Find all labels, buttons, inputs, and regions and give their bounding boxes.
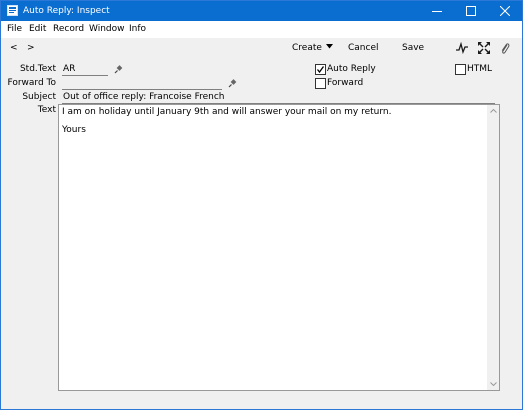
- close-button[interactable]: [488, 1, 522, 21]
- maximize-button[interactable]: [454, 1, 488, 21]
- subject-field[interactable]: Out of office reply: Francoise French: [63, 92, 493, 103]
- vertical-scrollbar[interactable]: [487, 105, 499, 390]
- close-icon: [500, 6, 510, 16]
- scroll-down-icon[interactable]: [490, 382, 497, 386]
- menu-window[interactable]: Window: [89, 24, 125, 35]
- pulse-icon[interactable]: [456, 42, 468, 54]
- paste-icon[interactable]: [228, 79, 237, 88]
- forward-checkbox[interactable]: [315, 78, 326, 89]
- app-window: Auto Reply: Inspect File Edit Record Win…: [0, 0, 523, 410]
- create-label: Create: [292, 43, 322, 53]
- inspect-form: Std.Text AR Forward To Subject Out of of…: [1, 58, 522, 409]
- std-text-field[interactable]: AR: [63, 64, 107, 75]
- window-title: Auto Reply: Inspect: [23, 6, 110, 16]
- title-bar[interactable]: Auto Reply: Inspect: [1, 1, 522, 21]
- paperclip-icon[interactable]: [500, 42, 510, 55]
- save-button[interactable]: Save: [402, 43, 424, 54]
- back-arrow-button[interactable]: <: [10, 43, 18, 54]
- std-text-underline: [62, 75, 108, 76]
- subject-label: Subject: [22, 92, 56, 102]
- menu-bar: File Edit Record Window Info: [1, 21, 522, 38]
- toolbar: < > Create Cancel Save: [1, 38, 522, 58]
- forward-label: Forward: [327, 78, 364, 88]
- text-area[interactable]: I am on holiday until January 9th and wi…: [58, 104, 500, 391]
- checkmark-icon: [316, 66, 325, 74]
- maximize-icon: [466, 6, 476, 16]
- text-label: Text: [37, 105, 56, 115]
- menu-file[interactable]: File: [7, 24, 22, 35]
- auto-reply-label: Auto Reply: [327, 64, 376, 74]
- menu-record[interactable]: Record: [53, 24, 84, 35]
- app-icon: [7, 5, 18, 16]
- minimize-button[interactable]: [420, 1, 454, 21]
- scroll-up-icon[interactable]: [490, 109, 497, 113]
- menu-info[interactable]: Info: [129, 24, 146, 35]
- minimize-icon: [432, 11, 442, 12]
- auto-reply-checkbox[interactable]: [315, 64, 326, 75]
- create-button[interactable]: Create: [292, 43, 333, 54]
- chevron-down-icon: [325, 44, 333, 49]
- menu-edit[interactable]: Edit: [29, 24, 46, 35]
- paste-icon[interactable]: [114, 65, 123, 74]
- forward-to-underline: [62, 89, 222, 90]
- html-checkbox[interactable]: [455, 64, 466, 75]
- forward-to-label: Forward To: [7, 78, 56, 88]
- text-line: Yours: [62, 125, 86, 135]
- text-line: I am on holiday until January 9th and wi…: [62, 107, 392, 117]
- std-text-label: Std.Text: [19, 64, 56, 74]
- expand-icon[interactable]: [478, 42, 490, 54]
- html-label: HTML: [467, 64, 493, 74]
- forward-arrow-button[interactable]: >: [27, 43, 35, 54]
- cancel-button[interactable]: Cancel: [348, 43, 379, 54]
